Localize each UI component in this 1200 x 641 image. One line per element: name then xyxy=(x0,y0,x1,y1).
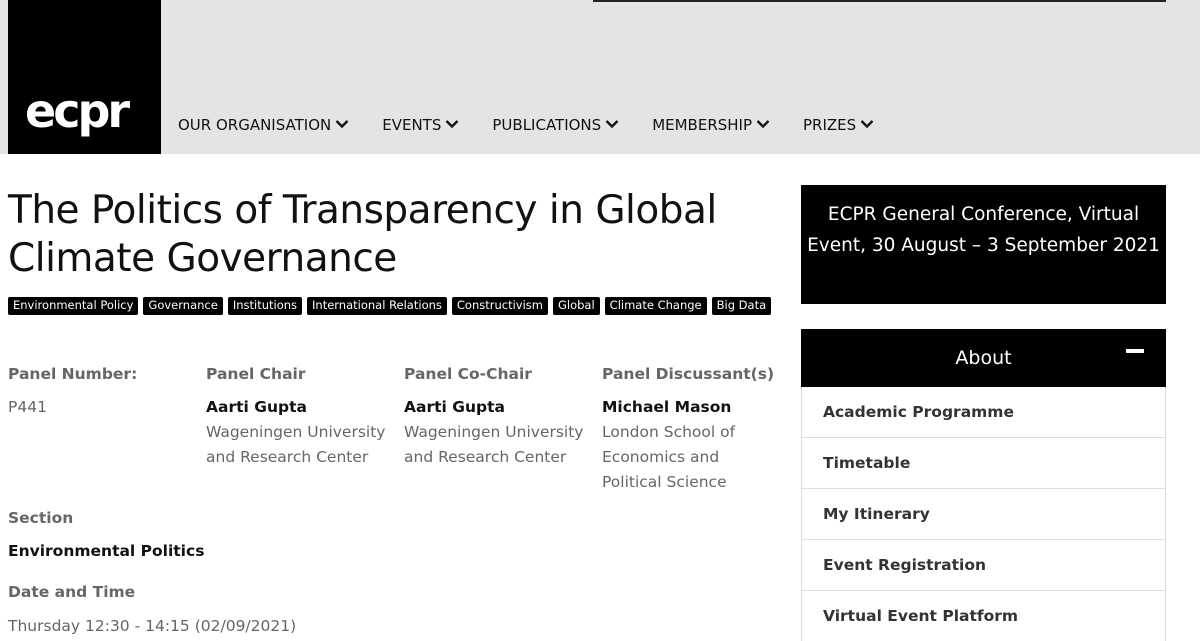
nav-label: OUR ORGANISATION xyxy=(178,116,332,134)
panel-chair-block: Panel Chair Aarti Gupta Wageningen Unive… xyxy=(206,362,396,470)
chevron-down-icon xyxy=(756,119,770,128)
section-value[interactable]: Environmental Politics xyxy=(8,542,204,560)
chevron-down-icon xyxy=(860,119,874,128)
panel-number-value: P441 xyxy=(8,398,47,416)
nav-label: MEMBERSHIP xyxy=(652,116,753,134)
nav-label: EVENTS xyxy=(382,116,442,134)
main-nav: OUR ORGANISATION EVENTS PUBLICATIONS MEM… xyxy=(178,116,874,134)
datetime-value: Thursday 12:30 - 14:15 (02/09/2021) xyxy=(8,617,297,635)
minus-icon[interactable] xyxy=(1126,349,1144,353)
tag-list: Environmental Policy Governance Institut… xyxy=(8,297,778,315)
panel-discussant-name[interactable]: Michael Mason xyxy=(602,395,782,420)
tag[interactable]: Institutions xyxy=(227,297,303,315)
nav-events[interactable]: EVENTS xyxy=(382,116,459,134)
nav-publications[interactable]: PUBLICATIONS xyxy=(492,116,619,134)
panel-cochair-label: Panel Co-Chair xyxy=(404,365,532,383)
section-label: Section xyxy=(8,509,74,527)
tag[interactable]: Climate Change xyxy=(604,297,707,315)
chevron-down-icon xyxy=(446,119,459,128)
about-menu: Academic Programme Timetable My Itinerar… xyxy=(801,387,1166,641)
nav-label: PUBLICATIONS xyxy=(492,116,602,134)
panel-chair-affiliation: Wageningen University and Research Cente… xyxy=(206,423,386,466)
logo-text: ecpr xyxy=(25,84,130,138)
panel-cochair-name[interactable]: Aarti Gupta xyxy=(404,395,594,420)
tag[interactable]: Constructivism xyxy=(451,297,548,315)
menu-item-virtual-event-platform[interactable]: Virtual Event Platform xyxy=(801,591,1166,641)
panel-chair-label: Panel Chair xyxy=(206,365,306,383)
chevron-down-icon xyxy=(335,119,349,128)
menu-item-event-registration[interactable]: Event Registration xyxy=(801,540,1166,591)
panel-discussant-block: Panel Discussant(s) Michael Mason London… xyxy=(602,362,782,495)
about-label: About xyxy=(955,347,1012,369)
chevron-down-icon xyxy=(605,119,619,128)
event-banner[interactable]: ECPR General Conference, Virtual Event, … xyxy=(801,185,1166,304)
datetime-label: Date and Time xyxy=(8,583,136,601)
page-title: The Politics of Transparency in Global C… xyxy=(8,188,717,281)
panel-number-block: Panel Number: P441 xyxy=(8,362,198,420)
nav-prizes[interactable]: PRIZES xyxy=(803,116,874,134)
about-accordion-header[interactable]: About xyxy=(801,329,1166,387)
tag[interactable]: Governance xyxy=(143,297,223,315)
tag[interactable]: Big Data xyxy=(711,297,772,315)
panel-cochair-block: Panel Co-Chair Aarti Gupta Wageningen Un… xyxy=(404,362,594,470)
header-top-line xyxy=(593,0,1166,2)
menu-item-my-itinerary[interactable]: My Itinerary xyxy=(801,489,1166,540)
panel-discussant-label: Panel Discussant(s) xyxy=(602,365,775,383)
tag[interactable]: International Relations xyxy=(307,297,447,315)
nav-membership[interactable]: MEMBERSHIP xyxy=(652,116,770,134)
nav-label: PRIZES xyxy=(803,116,857,134)
panel-cochair-affiliation: Wageningen University and Research Cente… xyxy=(404,423,584,466)
panel-discussant-affiliation: London School of Economics and Political… xyxy=(602,423,736,491)
ecpr-logo[interactable]: ecpr xyxy=(8,0,161,154)
panel-number-label: Panel Number: xyxy=(8,365,138,383)
menu-item-academic-programme[interactable]: Academic Programme xyxy=(801,387,1166,438)
site-header: ecpr OUR ORGANISATION EVENTS PUBLICATION… xyxy=(0,0,1200,154)
menu-item-timetable[interactable]: Timetable xyxy=(801,438,1166,489)
tag[interactable]: Environmental Policy xyxy=(8,297,139,315)
tag[interactable]: Global xyxy=(552,297,600,315)
panel-chair-name[interactable]: Aarti Gupta xyxy=(206,395,396,420)
nav-our-organisation[interactable]: OUR ORGANISATION xyxy=(178,116,349,134)
